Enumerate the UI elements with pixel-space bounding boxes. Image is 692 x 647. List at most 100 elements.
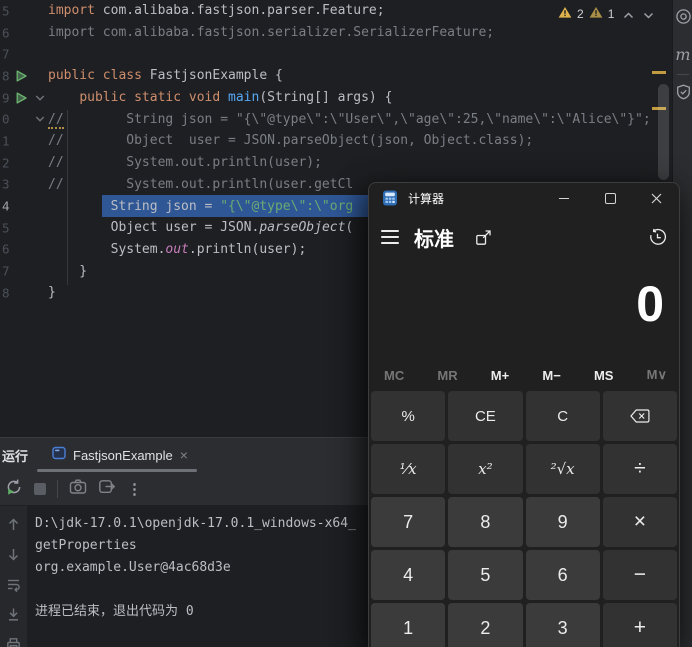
code-text: import com.alibaba.fastjson.parser.Featu…	[48, 3, 385, 18]
next-problem-chevron-icon[interactable]	[643, 4, 654, 23]
key-percent[interactable]: %	[371, 391, 445, 441]
line-number: 7	[2, 47, 10, 62]
code-text: // Object user = JSON.parseObject(json, …	[48, 133, 533, 148]
key-4[interactable]: 4	[371, 550, 445, 600]
screen: 5import com.alibaba.fastjson.parser.Feat…	[0, 0, 692, 647]
key-multiply[interactable]: ×	[603, 497, 677, 547]
maximize-button[interactable]	[587, 183, 633, 213]
code-line[interactable]: 1// Object user = JSON.parseObject(json,…	[0, 130, 672, 152]
key-9[interactable]: 9	[526, 497, 600, 547]
key-8[interactable]: 8	[448, 497, 522, 547]
memory-button-ms[interactable]: MS	[594, 368, 614, 383]
history-icon[interactable]	[648, 228, 667, 247]
run-line-icon[interactable]	[15, 69, 28, 82]
code-line[interactable]: 8public class FastjsonExample {	[0, 65, 672, 87]
key-minus[interactable]: −	[603, 550, 677, 600]
key-square[interactable]: x²	[448, 444, 522, 494]
editor-gutter: 9	[0, 87, 48, 109]
editor-gutter: 4	[0, 195, 48, 217]
warning-count: 2	[577, 7, 584, 21]
mode-label[interactable]: 标准	[414, 223, 454, 252]
tab-close-icon[interactable]: ×	[180, 448, 188, 462]
key-plus[interactable]: +	[603, 603, 677, 647]
scroll-to-end-icon[interactable]	[6, 607, 21, 626]
memory-button-m[interactable]: M+	[491, 368, 509, 383]
notifications-icon[interactable]	[675, 8, 692, 29]
close-button[interactable]	[633, 183, 679, 213]
close-icon	[651, 193, 662, 204]
fold-chevron-icon[interactable]	[35, 116, 45, 123]
code-line[interactable]: 2// System.out.println(user);	[0, 152, 672, 174]
more-options-kebab-icon[interactable]: ⋮	[127, 480, 142, 498]
editor-gutter: 2	[0, 152, 48, 174]
key-sqrt[interactable]: ²√x	[526, 444, 600, 494]
console-tab-icon	[52, 446, 66, 465]
editor-gutter: 5	[0, 0, 48, 22]
tab-label: FastjsonExample	[73, 448, 173, 463]
key-1[interactable]: 1	[371, 603, 445, 647]
print-icon[interactable]	[6, 637, 21, 647]
memory-button-m[interactable]: M−	[542, 368, 560, 383]
thread-dump-camera-icon[interactable]	[69, 478, 87, 499]
minimize-icon	[559, 198, 569, 199]
minimize-button[interactable]	[541, 183, 587, 213]
rerun-button[interactable]	[5, 478, 23, 500]
code-text: }	[48, 264, 87, 279]
code-text: Object user = JSON.parseObject(	[48, 220, 353, 235]
editor-scrollbar[interactable]	[658, 84, 669, 180]
key-6[interactable]: 6	[526, 550, 600, 600]
key-divide[interactable]: ÷	[603, 444, 677, 494]
line-number: 0	[2, 112, 10, 127]
key-2[interactable]: 2	[448, 603, 522, 647]
hamburger-menu-icon[interactable]	[381, 230, 399, 244]
weak-warning-icon	[589, 4, 603, 23]
key-reciprocal[interactable]: ¹⁄x	[371, 444, 445, 494]
editor-gutter: 7	[0, 43, 48, 65]
code-line[interactable]: 6import com.alibaba.fastjson.serializer.…	[0, 22, 672, 44]
editor-gutter: 8	[0, 65, 48, 87]
prev-problem-chevron-icon[interactable]	[623, 4, 634, 23]
code-text: // System.out.println(user.getCl	[48, 177, 353, 192]
line-number: 8	[2, 285, 10, 300]
code-text: public class FastjsonExample {	[48, 68, 283, 83]
line-number: 3	[2, 177, 10, 192]
active-tab-underline	[37, 469, 197, 472]
tab-fastjsonexample[interactable]: FastjsonExample ×	[52, 446, 188, 465]
strip-divider	[677, 74, 689, 75]
key-3[interactable]: 3	[526, 603, 600, 647]
editor-gutter: 3	[0, 174, 48, 196]
inspections-widget[interactable]: 2 1	[558, 4, 654, 23]
fold-chevron-icon[interactable]	[35, 94, 45, 101]
memory-button-mr: MR	[437, 368, 457, 383]
code-text: }	[48, 285, 56, 300]
code-line[interactable]: 9 public static void main(String[] args)…	[0, 87, 672, 109]
editor-gutter: 0	[0, 108, 48, 130]
window-controls	[541, 183, 679, 213]
console-toolbar	[0, 506, 27, 647]
run-tool-window-title: 运行	[2, 446, 28, 465]
key-clear-entry[interactable]: CE	[448, 391, 522, 441]
soft-wrap-icon[interactable]	[6, 577, 21, 596]
open-results-icon[interactable]	[98, 478, 116, 499]
window-title: 计算器	[408, 190, 444, 207]
stop-button[interactable]	[34, 483, 46, 495]
editor-gutter: 1	[0, 130, 48, 152]
calculator-titlebar[interactable]: 计算器	[369, 183, 679, 213]
line-number: 4	[2, 199, 10, 214]
editor-gutter: 6	[0, 239, 48, 261]
up-stacktrace-icon[interactable]	[6, 517, 21, 536]
key-clear[interactable]: C	[526, 391, 600, 441]
code-line[interactable]: 7	[0, 43, 672, 65]
shield-check-icon[interactable]	[676, 84, 691, 104]
line-number: 6	[2, 242, 10, 257]
key-backspace[interactable]	[603, 391, 677, 441]
maven-icon[interactable]: m	[675, 45, 690, 64]
key-5[interactable]: 5	[448, 550, 522, 600]
code-text: import com.alibaba.fastjson.serializer.S…	[48, 25, 494, 40]
down-stacktrace-icon[interactable]	[6, 547, 21, 566]
key-7[interactable]: 7	[371, 497, 445, 547]
code-line[interactable]: 0// String json = "{\"@type\":\"User\",\…	[0, 108, 672, 130]
memory-button-mc: MC	[384, 368, 404, 383]
keep-on-top-icon[interactable]	[475, 229, 492, 246]
run-line-icon[interactable]	[15, 91, 28, 104]
